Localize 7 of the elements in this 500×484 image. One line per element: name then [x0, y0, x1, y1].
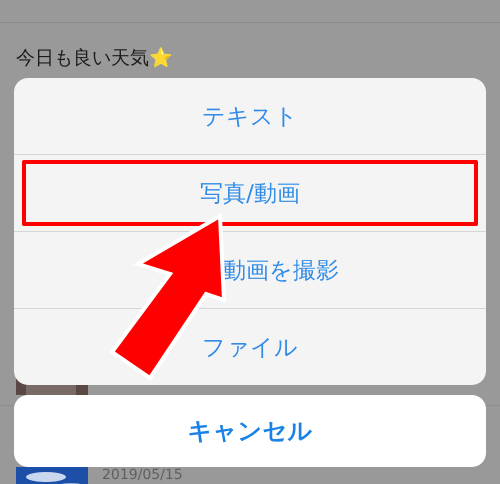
menu-item[interactable]: ファイル — [22, 314, 478, 380]
cancel-button[interactable]: キャンセル — [14, 395, 486, 467]
menu-item[interactable]: 動画を撮影 — [22, 237, 478, 303]
menu-item[interactable]: 写真/動画 — [22, 160, 478, 226]
date-text: 2019/05/15 — [102, 468, 183, 484]
menu-item[interactable]: テキスト — [22, 83, 478, 149]
post-text: 今日も良い天気⭐ — [16, 46, 173, 70]
